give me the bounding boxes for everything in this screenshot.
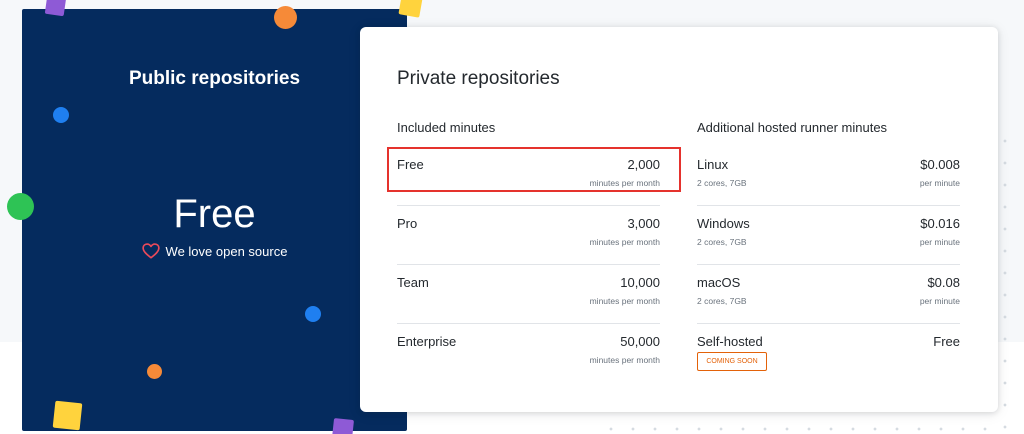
confetti-circle-orange-2 [147, 364, 162, 379]
runner-spec: 2 cores, 7GB [697, 178, 747, 188]
confetti-circle-blue [53, 107, 69, 123]
runner-name: Self-hosted [697, 334, 763, 349]
runner-price: $0.008 [920, 157, 960, 172]
plan-name: Free [397, 157, 424, 172]
runner-spec: 2 cores, 7GB [697, 296, 747, 306]
confetti-circle-orange [274, 6, 297, 29]
private-title: Private repositories [397, 68, 560, 89]
plan-name: Enterprise [397, 334, 457, 349]
plan-unit: minutes per month [589, 178, 660, 188]
confetti-square-purple-2 [332, 418, 354, 434]
plan-minutes: 50,000 [620, 334, 660, 349]
plan-minutes: 2,000 [627, 157, 660, 172]
plan-minutes: 3,000 [627, 216, 660, 231]
additional-minutes-column: Additional hosted runner minutes Linux $… [697, 119, 960, 383]
confetti-circle-green [7, 193, 34, 220]
runner-name: Linux [697, 157, 729, 172]
additional-minutes-heading: Additional hosted runner minutes [697, 120, 888, 135]
decorative-dots-bottom [600, 424, 1000, 434]
runner-row-macos: macOS $0.08 2 cores, 7GB per minute [697, 265, 960, 324]
runner-name: Windows [697, 216, 750, 231]
plan-name: Team [397, 275, 429, 290]
plan-unit: minutes per month [589, 237, 660, 247]
plan-row-team: Team 10,000 minutes per month [397, 265, 660, 324]
confetti-square-yellow-2 [52, 400, 83, 431]
runner-unit: per minute [919, 237, 960, 247]
confetti-circle-blue-2 [305, 306, 321, 322]
plan-row-pro: Pro 3,000 minutes per month [397, 206, 660, 265]
decorative-dots [1000, 130, 1010, 430]
runner-row-windows: Windows $0.016 2 cores, 7GB per minute [697, 206, 960, 265]
runner-row-linux: Linux $0.008 2 cores, 7GB per minute [697, 147, 960, 206]
public-repositories-panel: Public repositories Free We love open so… [22, 9, 407, 431]
public-tagline: We love open source [22, 243, 407, 259]
plan-unit: minutes per month [589, 355, 660, 365]
plan-minutes: 10,000 [620, 275, 660, 290]
runner-price: $0.08 [927, 275, 960, 290]
runner-unit: per minute [919, 178, 960, 188]
included-minutes-heading: Included minutes [397, 120, 496, 135]
private-repositories-card: Private repositories Included minutes Fr… [360, 27, 998, 412]
runner-price: Free [933, 334, 960, 349]
runner-spec: 2 cores, 7GB [697, 237, 747, 247]
plan-row-enterprise: Enterprise 50,000 minutes per month [397, 324, 660, 383]
runner-row-self-hosted: Self-hosted Free COMING SOON [697, 324, 960, 383]
tagline-text: We love open source [165, 243, 288, 259]
plan-row-free: Free 2,000 minutes per month [397, 147, 660, 206]
plan-name: Pro [397, 216, 418, 231]
confetti-square-purple [44, 0, 67, 17]
runner-name: macOS [697, 275, 741, 290]
plan-unit: minutes per month [589, 296, 660, 306]
included-minutes-column: Included minutes Free 2,000 minutes per … [397, 119, 660, 383]
heart-icon [141, 243, 160, 259]
runner-price: $0.016 [920, 216, 960, 231]
public-price: Free [173, 192, 256, 236]
public-title: Public repositories [128, 68, 301, 89]
runner-unit: per minute [919, 296, 960, 306]
coming-soon-badge: COMING SOON [697, 352, 767, 371]
